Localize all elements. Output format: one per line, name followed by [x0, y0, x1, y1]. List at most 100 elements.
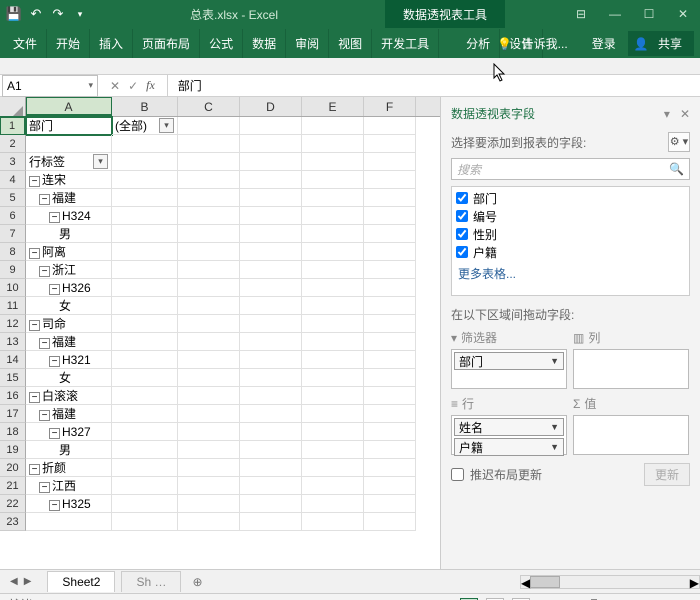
- zoom-in-icon[interactable]: ＋: [641, 596, 653, 600]
- collapse-icon[interactable]: −: [39, 266, 50, 277]
- col-header-b[interactable]: B: [112, 97, 178, 116]
- cell[interactable]: [178, 171, 240, 189]
- tab-insert[interactable]: 插入: [90, 29, 133, 58]
- maximize-icon[interactable]: ☐: [632, 0, 666, 28]
- cell[interactable]: −浙江: [26, 261, 112, 279]
- cell[interactable]: 男: [26, 441, 112, 459]
- cell[interactable]: [364, 423, 416, 441]
- cell[interactable]: [26, 135, 112, 153]
- cell[interactable]: [178, 117, 240, 135]
- cell[interactable]: [240, 117, 302, 135]
- cell[interactable]: 男: [26, 225, 112, 243]
- cell[interactable]: [302, 333, 364, 351]
- cell[interactable]: −福建: [26, 333, 112, 351]
- cell[interactable]: [178, 405, 240, 423]
- cell[interactable]: [178, 189, 240, 207]
- cell[interactable]: [302, 171, 364, 189]
- close-icon[interactable]: ✕: [666, 0, 700, 28]
- sheet-tab-active[interactable]: Sheet2: [47, 571, 115, 592]
- cell[interactable]: [302, 513, 364, 531]
- cell[interactable]: −江西: [26, 477, 112, 495]
- cell[interactable]: [240, 477, 302, 495]
- collapse-icon[interactable]: −: [39, 338, 50, 349]
- cell[interactable]: [302, 279, 364, 297]
- filter-dropdown-icon[interactable]: ▾: [159, 118, 174, 133]
- row-header[interactable]: 14: [0, 351, 26, 369]
- cell[interactable]: [364, 333, 416, 351]
- cell[interactable]: −H326: [26, 279, 112, 297]
- cell[interactable]: [302, 459, 364, 477]
- col-header-d[interactable]: D: [240, 97, 302, 116]
- cell[interactable]: [302, 369, 364, 387]
- tab-page-layout[interactable]: 页面布局: [133, 29, 200, 58]
- col-header-c[interactable]: C: [178, 97, 240, 116]
- field-item[interactable]: 部门: [456, 189, 685, 207]
- row-header[interactable]: 10: [0, 279, 26, 297]
- cell[interactable]: [364, 369, 416, 387]
- tell-me[interactable]: 💡 告诉我...: [491, 31, 579, 56]
- field-item[interactable]: 编号: [456, 207, 685, 225]
- cell[interactable]: [364, 351, 416, 369]
- cell[interactable]: −福建: [26, 405, 112, 423]
- cell[interactable]: [364, 207, 416, 225]
- cell[interactable]: [178, 351, 240, 369]
- col-header-a[interactable]: A: [26, 97, 112, 116]
- field-list[interactable]: 部门编号性别户籍更多表格...: [451, 186, 690, 296]
- add-sheet-icon[interactable]: ⊕: [187, 575, 207, 589]
- filter-pill[interactable]: 部门▼: [454, 352, 564, 370]
- sheet-tab[interactable]: Sh …: [121, 571, 181, 592]
- cell[interactable]: [178, 297, 240, 315]
- collapse-icon[interactable]: −: [39, 482, 50, 493]
- tab-view[interactable]: 视图: [329, 29, 372, 58]
- cell[interactable]: [178, 423, 240, 441]
- field-checkbox[interactable]: [456, 228, 468, 240]
- cell[interactable]: [178, 459, 240, 477]
- row-header[interactable]: 11: [0, 297, 26, 315]
- cell[interactable]: [364, 297, 416, 315]
- cell[interactable]: [112, 333, 178, 351]
- cell[interactable]: [112, 387, 178, 405]
- cell[interactable]: [178, 369, 240, 387]
- cell[interactable]: [302, 243, 364, 261]
- collapse-icon[interactable]: −: [49, 212, 60, 223]
- cell[interactable]: −H325: [26, 495, 112, 513]
- collapse-icon[interactable]: −: [39, 194, 50, 205]
- cell[interactable]: [302, 441, 364, 459]
- cell[interactable]: [302, 495, 364, 513]
- row-header[interactable]: 15: [0, 369, 26, 387]
- field-checkbox[interactable]: [456, 192, 468, 204]
- row-pill[interactable]: 姓名▼: [454, 418, 564, 436]
- tab-formulas[interactable]: 公式: [200, 29, 243, 58]
- cell[interactable]: [302, 153, 364, 171]
- row-header[interactable]: 2: [0, 135, 26, 153]
- cell[interactable]: [240, 387, 302, 405]
- cell[interactable]: [240, 459, 302, 477]
- cell[interactable]: [364, 243, 416, 261]
- cell[interactable]: [178, 153, 240, 171]
- field-search-input[interactable]: 搜索🔍: [451, 158, 690, 180]
- row-header[interactable]: 12: [0, 315, 26, 333]
- area-columns[interactable]: ▥列: [573, 329, 689, 389]
- cell[interactable]: [302, 135, 364, 153]
- cell[interactable]: [112, 441, 178, 459]
- cell[interactable]: −H321: [26, 351, 112, 369]
- row-header[interactable]: 1: [0, 117, 26, 135]
- row-header[interactable]: 18: [0, 423, 26, 441]
- cell[interactable]: [364, 225, 416, 243]
- cell[interactable]: [240, 441, 302, 459]
- cell[interactable]: [364, 279, 416, 297]
- cell[interactable]: [178, 261, 240, 279]
- cell[interactable]: [302, 189, 364, 207]
- row-header[interactable]: 20: [0, 459, 26, 477]
- cell[interactable]: [364, 135, 416, 153]
- row-header[interactable]: 22: [0, 495, 26, 513]
- row-header[interactable]: 6: [0, 207, 26, 225]
- field-item[interactable]: 户籍: [456, 243, 685, 261]
- cell[interactable]: 女: [26, 297, 112, 315]
- cell[interactable]: [240, 279, 302, 297]
- cell[interactable]: [240, 351, 302, 369]
- horizontal-scrollbar[interactable]: ◀▶: [520, 575, 700, 589]
- cell[interactable]: [178, 279, 240, 297]
- collapse-icon[interactable]: −: [49, 356, 60, 367]
- cell[interactable]: [364, 117, 416, 135]
